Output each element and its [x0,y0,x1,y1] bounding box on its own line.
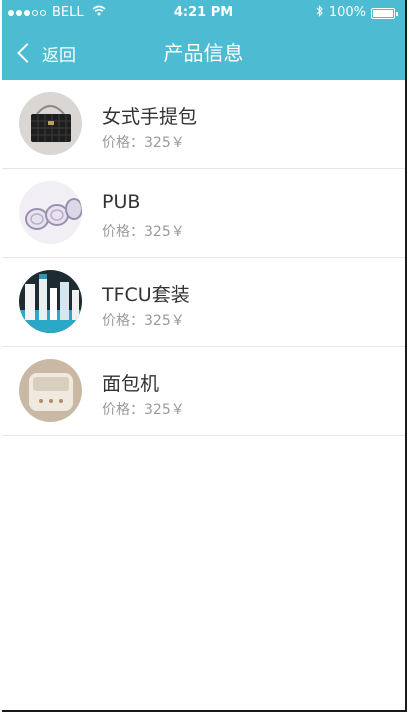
back-button[interactable]: 返回 [16,26,76,80]
product-price: 价格：325￥ [102,402,185,418]
product-list: 女式手提包 价格：325￥ PUB 价格：325￥ TFCU套装 价格：325￥… [2,80,405,436]
bread-machine-photo [19,359,82,422]
product-row[interactable]: TFCU套装 价格：325￥ [2,258,405,347]
bluetooth-icon [316,0,324,26]
product-price: 价格：325￥ [102,313,185,329]
back-label: 返回 [42,45,76,66]
product-name: TFCU套装 [102,284,190,306]
status-right: 100% [316,0,398,26]
product-price: 价格：325￥ [102,224,185,240]
cups-photo [19,181,82,244]
app-screen: BELL 4:21 PM 100% 返回 产品信息 女式手提包 价格：325￥ … [2,0,407,712]
product-name: PUB [102,191,141,213]
product-price: 价格：325￥ [102,135,185,151]
battery-percent: 100% [328,5,366,20]
product-row[interactable]: 面包机 价格：325￥ [2,347,405,436]
status-bar: BELL 4:21 PM 100% [2,0,405,26]
product-name: 女式手提包 [102,106,198,128]
chevron-left-icon [17,43,37,63]
cosmetics-set-photo [19,270,82,333]
product-name: 面包机 [102,373,160,395]
product-row[interactable]: PUB 价格：325￥ [2,169,405,258]
navigation-bar: 返回 产品信息 [2,26,405,80]
product-row[interactable]: 女式手提包 价格：325￥ [2,80,405,169]
handbag-photo [19,92,82,155]
top-bar: BELL 4:21 PM 100% 返回 产品信息 [2,0,405,80]
battery-icon [371,7,398,19]
